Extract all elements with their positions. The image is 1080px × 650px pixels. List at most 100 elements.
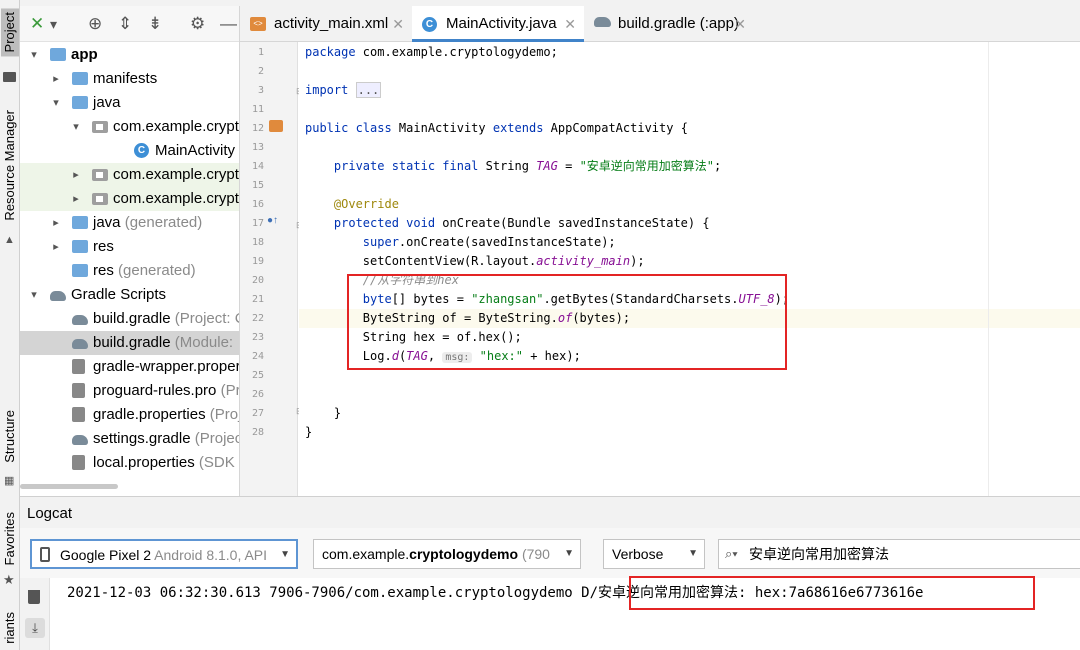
build-variants-tool-button[interactable]: riants xyxy=(1,612,19,644)
search-input[interactable]: ⌕▾ 安卓逆向常用加密算法 xyxy=(718,539,1080,569)
code-token: protected void xyxy=(305,216,436,230)
line-number-gutter: 1 2 3 11 12 13 14 15 16 17 18 19 20 21 22 23 24 25 26 27 28 ●… xyxy=(240,42,304,496)
tree-item[interactable]: settings.gradle (Project xyxy=(20,427,239,451)
close-icon[interactable]: ✕ xyxy=(734,6,746,42)
line-number: 25 xyxy=(251,370,264,381)
structure-tool-button[interactable]: Structure xyxy=(1,410,19,463)
expand-all-icon[interactable]: ⇟ xyxy=(148,15,162,33)
tree-item-suffix: (generated) xyxy=(113,262,196,279)
tree-item[interactable]: build.gradle (Project: C xyxy=(20,307,239,331)
view-dropdown[interactable]: ▾ xyxy=(50,15,57,33)
code-token: .onCreate(savedInstanceState); xyxy=(398,235,616,249)
line-number: 26 xyxy=(251,389,264,400)
line-number: 28 xyxy=(251,427,264,438)
code-line: @Override xyxy=(305,195,399,214)
tree-item-label: com.example.crypto xyxy=(113,166,240,183)
code-token: ; xyxy=(714,159,722,173)
code-token: String xyxy=(478,159,537,173)
override-marker-icon[interactable]: ●↑ xyxy=(267,215,278,226)
code-line: } xyxy=(305,423,312,442)
folder-icon xyxy=(72,72,88,85)
chevron-down-icon[interactable]: ▾ xyxy=(28,43,40,67)
tree-item[interactable]: ▾ app xyxy=(20,43,239,67)
tree-item[interactable]: build.gradle (Module: xyxy=(20,331,239,355)
tree-item[interactable]: gradle-wrapper.proper xyxy=(20,355,240,379)
scroll-to-end-icon[interactable]: ⤓ xyxy=(25,618,45,638)
tree-item[interactable]: res (generated) xyxy=(20,259,239,283)
tree-item-label: build.gradle xyxy=(93,334,171,351)
folder-icon xyxy=(3,72,16,82)
chevron-down-icon[interactable]: ▾ xyxy=(70,115,82,139)
code-line: public class MainActivity extends AppCom… xyxy=(305,119,688,138)
tree-item-suffix: (Module: xyxy=(170,334,234,351)
chevron-right-icon[interactable]: ▸ xyxy=(70,187,82,211)
tab-label: build.gradle (:app) xyxy=(618,15,739,32)
android-run-icon[interactable] xyxy=(269,120,283,132)
tree-item[interactable]: gradle.properties (Proj xyxy=(20,403,239,427)
chevron-right-icon[interactable]: ▸ xyxy=(50,235,62,259)
gradle-icon xyxy=(50,291,66,301)
tree-item[interactable]: ▸ res xyxy=(20,235,239,259)
collapse-all-icon[interactable]: ⇕ xyxy=(118,15,132,33)
gradle-icon xyxy=(72,435,88,445)
logcat-title: Logcat xyxy=(27,505,73,522)
android-icon: ✕ xyxy=(30,14,45,33)
editor-tab-bar: <> activity_main.xml ✕ C MainActivity.java ✕ b… xyxy=(240,6,1080,42)
logcat-filter-bar: Google Pixel 2 Android 8.1.0, API ▼ com.… xyxy=(20,528,1080,578)
right-margin-guide xyxy=(988,42,989,496)
chevron-right-icon[interactable]: ▸ xyxy=(70,163,82,187)
folder-icon xyxy=(72,216,88,229)
favorites-tool-button[interactable]: Favorites xyxy=(1,512,19,565)
horizontal-scrollbar[interactable] xyxy=(20,484,118,489)
tree-item-label: gradle-wrapper.proper xyxy=(93,358,240,375)
chevron-right-icon[interactable]: ▸ xyxy=(50,211,62,235)
tree-item[interactable]: proguard-rules.pro (Pr xyxy=(20,379,239,403)
tree-item[interactable]: ▸ java (generated) xyxy=(20,211,239,235)
file-icon xyxy=(72,359,85,374)
editor-tab[interactable]: build.gradle (:app) ✕ xyxy=(584,6,754,42)
tree-item-label: app xyxy=(71,46,98,63)
code-token: ); xyxy=(630,254,645,268)
code-token: = xyxy=(557,159,580,173)
package-select[interactable]: com.example.cryptologydemo (790 ▼ xyxy=(313,539,581,569)
tree-item-label: java xyxy=(93,214,121,231)
chevron-down-icon[interactable]: ▾ xyxy=(28,283,40,307)
tree-item[interactable]: ▸ com.example.crypto xyxy=(20,187,239,211)
code-token: MainActivity xyxy=(391,121,493,135)
tree-item[interactable]: ▸ com.example.crypto xyxy=(20,163,240,187)
tree-item[interactable]: ▾ com.example.crypto xyxy=(20,115,239,139)
close-icon[interactable]: ✕ xyxy=(392,6,404,42)
tree-item[interactable]: ▾ Gradle Scripts xyxy=(20,283,239,307)
close-icon[interactable]: ✕ xyxy=(564,6,576,42)
tree-item[interactable]: ▸ manifests xyxy=(20,67,239,91)
project-tool-button[interactable]: Project xyxy=(1,8,19,57)
device-icon xyxy=(40,547,50,562)
editor-tab[interactable]: C MainActivity.java ✕ xyxy=(412,6,584,42)
hide-icon[interactable]: — xyxy=(220,15,237,33)
tree-item[interactable]: local.properties (SDK L xyxy=(20,451,239,475)
code-token: onCreate(Bundle savedInstanceState) { xyxy=(435,216,710,230)
editor-tab[interactable]: <> activity_main.xml ✕ xyxy=(240,6,412,42)
chevron-right-icon[interactable]: ▸ xyxy=(50,67,62,91)
folded-imports[interactable]: ... xyxy=(355,82,382,98)
project-panel: ✕ ▾ ⊕ ⇕ ⇟ ⚙ — ▾ app ▸ manifests ▾ java ▾ com.ex… xyxy=(20,6,240,496)
line-number: 19 xyxy=(251,256,264,267)
tab-label: MainActivity.java xyxy=(446,15,557,32)
tree-item[interactable]: C MainActivity xyxy=(20,139,239,163)
file-icon xyxy=(72,455,85,470)
star-icon: ★ xyxy=(3,572,15,587)
chevron-down-icon[interactable]: ▾ xyxy=(50,91,62,115)
tree-item-label: local.properties xyxy=(93,454,195,471)
search-icon: ⌕▾ xyxy=(725,546,738,561)
locate-icon[interactable]: ⊕ xyxy=(88,15,102,33)
log-level-select[interactable]: Verbose ▼ xyxy=(603,539,705,569)
trash-icon[interactable] xyxy=(28,590,40,604)
line-number: 11 xyxy=(251,104,264,115)
tree-item[interactable]: ▾ java xyxy=(20,91,239,115)
line-number: 22 xyxy=(251,313,264,324)
device-select[interactable]: Google Pixel 2 Android 8.1.0, API ▼ xyxy=(30,539,298,569)
gear-icon[interactable]: ⚙ xyxy=(190,15,205,33)
resource-manager-tool-button[interactable]: Resource Manager xyxy=(1,110,19,221)
line-number: 16 xyxy=(251,199,264,210)
package-prefix: com.example. xyxy=(322,546,410,562)
